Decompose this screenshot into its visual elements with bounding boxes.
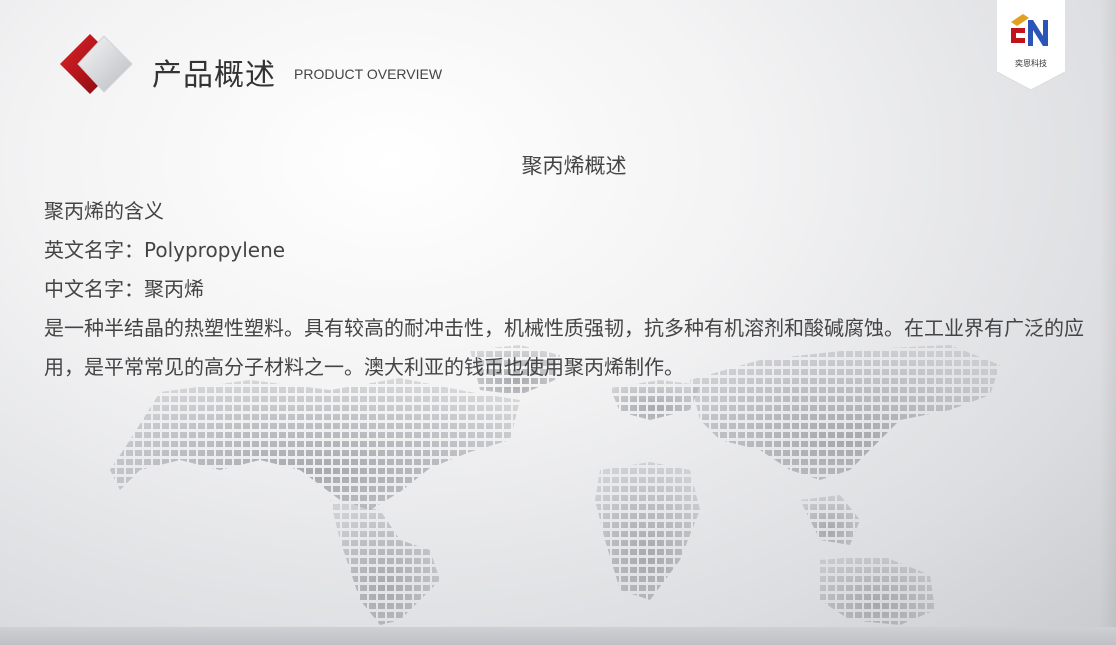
right-edge-shadow — [1100, 0, 1116, 645]
slide: 产品概述 PRODUCT OVERVIEW 奕恩科技 聚丙烯概述 聚丙烯的含义 … — [0, 0, 1116, 645]
description-paragraph: 是一种半结晶的热塑性塑料。具有较高的耐冲击性，机械性质强韧，抗多种有机溶剂和酸碱… — [44, 316, 1084, 379]
logo-caption: 奕恩科技 — [1015, 59, 1047, 68]
bottom-strip — [0, 627, 1116, 645]
page-subtitle: PRODUCT OVERVIEW — [294, 66, 443, 82]
definition-line: 聚丙烯的含义 — [44, 199, 164, 223]
section-heading: 聚丙烯概述 — [521, 154, 627, 178]
english-name-line: 英文名字：Polypropylene — [44, 238, 286, 262]
chinese-name-line: 中文名字：聚丙烯 — [44, 277, 204, 301]
content-area: 聚丙烯概述 聚丙烯的含义 英文名字：Polypropylene 中文名字：聚丙烯… — [38, 148, 1090, 387]
chevron-left-diamond-icon — [60, 34, 133, 94]
page-title: 产品概述 — [152, 58, 276, 93]
company-logo-badge — [997, 0, 1065, 90]
